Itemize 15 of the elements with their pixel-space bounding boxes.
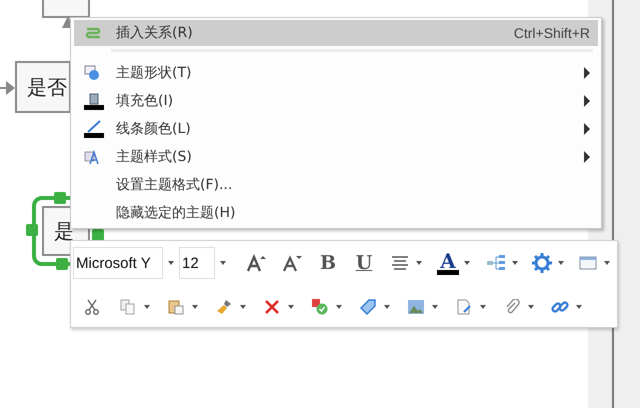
menu-item[interactable]: 插入关系(R) Ctrl+Shift+R bbox=[74, 20, 598, 46]
bold-button[interactable]: B bbox=[317, 249, 339, 277]
underline-button[interactable]: U bbox=[353, 249, 375, 277]
menu-item[interactable]: 设置主题格式(F)... bbox=[74, 172, 598, 198]
menu-item[interactable]: 填充色(I) bbox=[74, 88, 598, 114]
font-color-button[interactable]: A bbox=[437, 251, 459, 275]
menu-item[interactable]: 主题形状(T) bbox=[74, 60, 598, 86]
topic-node[interactable]: 是否 bbox=[15, 61, 71, 113]
font-field[interactable]: Microsoft Y bbox=[73, 247, 163, 279]
font-size-field[interactable]: 12 bbox=[179, 247, 215, 279]
topic-label: 是 bbox=[54, 218, 74, 244]
menu-item[interactable]: 主题样式(S) bbox=[74, 144, 598, 170]
shortcut-label: Ctrl+Shift+R bbox=[514, 25, 590, 41]
menu-item[interactable]: 线条颜色(L) bbox=[74, 116, 598, 142]
topic-label: 是否 bbox=[27, 74, 67, 100]
